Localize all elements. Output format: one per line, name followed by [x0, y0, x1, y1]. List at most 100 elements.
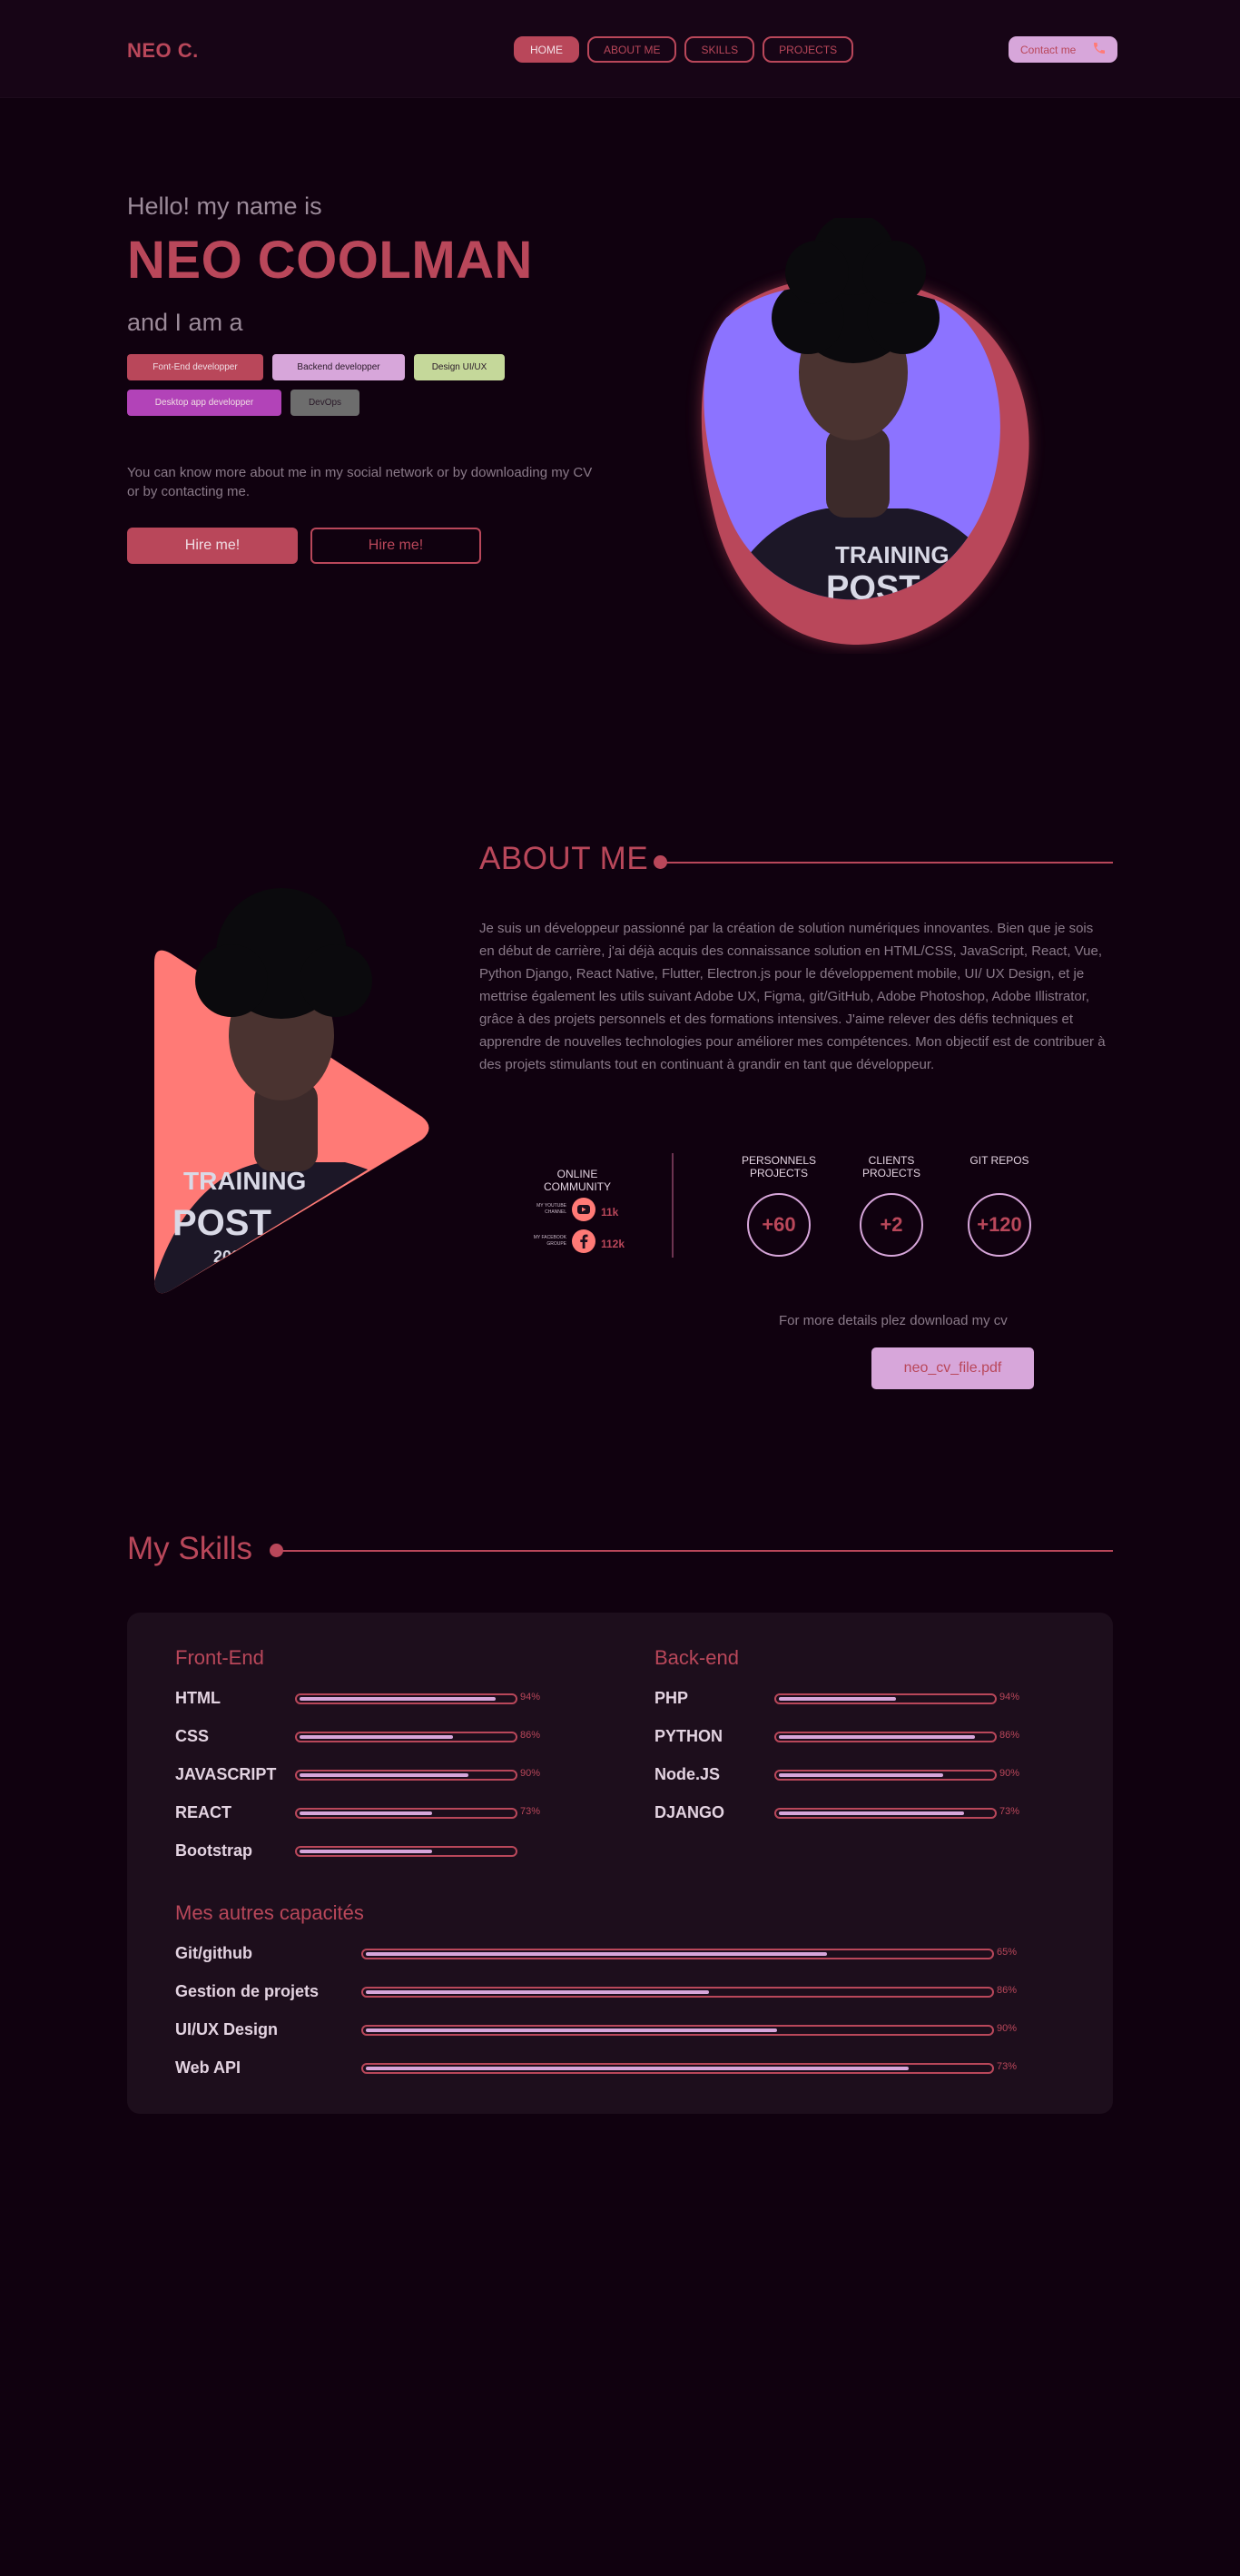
youtube-count: 11k	[601, 1201, 618, 1219]
skill-percent: 73%	[999, 1806, 1020, 1817]
nav-about[interactable]: ABOUT ME	[587, 36, 677, 63]
skill-row: Git/github 65%	[175, 1942, 1030, 1964]
skill-progress-bar	[295, 1808, 517, 1819]
skill-progress-fill	[366, 2028, 777, 2032]
skill-name: Git/github	[175, 1944, 252, 1962]
skill-row: REACT 73%	[175, 1801, 554, 1823]
skills-card: Front-End Back-end Mes autres capacités …	[127, 1613, 1113, 2114]
skill-percent: 90%	[999, 1768, 1020, 1779]
tag-backend: Backend developper	[272, 354, 405, 380]
about-title: ABOUT ME	[479, 841, 649, 876]
site-logo[interactable]: NEO C.	[127, 39, 199, 63]
contact-button[interactable]: Contact me	[1009, 36, 1117, 63]
skill-name: PHP	[654, 1689, 689, 1707]
skill-name: JAVASCRIPT	[175, 1765, 277, 1783]
hero-role-intro: and I am a	[127, 309, 243, 336]
others-title: Mes autres capacités	[175, 1901, 364, 1924]
skill-name: PYTHON	[654, 1727, 723, 1745]
hire-me-button[interactable]: Hire me!	[127, 528, 298, 564]
nav-home[interactable]: HOME	[514, 36, 579, 63]
skill-name: Gestion de projets	[175, 1982, 320, 2000]
hero-portrait: TRAINING POST	[701, 218, 1029, 645]
about-title-line	[663, 862, 1113, 864]
skill-progress-fill	[366, 2067, 909, 2070]
stat-personal-projects: +60	[747, 1193, 811, 1257]
skill-percent: 90%	[520, 1768, 541, 1779]
facebook-row[interactable]: MY FACEBOOK GROUPE 112k	[528, 1229, 625, 1253]
svg-text:POST: POST	[172, 1203, 271, 1243]
skill-progress-bar	[774, 1693, 997, 1704]
youtube-icon[interactable]	[572, 1198, 595, 1221]
skill-name: DJANGO	[654, 1803, 725, 1821]
skill-percent: 94%	[999, 1692, 1020, 1703]
tag-frontend: Font-End developper	[127, 354, 263, 380]
hero-description: You can know more about me in my social …	[127, 465, 593, 499]
nav-skills[interactable]: SKILLS	[684, 36, 755, 63]
skill-percent: 94%	[520, 1692, 541, 1703]
skill-name: Web API	[175, 2058, 241, 2077]
youtube-label: MY YOUTUBE CHANNEL	[536, 1203, 566, 1215]
tag-devops: DevOps	[290, 390, 359, 416]
skill-percent: 86%	[999, 1730, 1020, 1741]
skill-name: HTML	[175, 1689, 221, 1707]
stat-label-clients: CLIENTS PROJECTS	[861, 1154, 920, 1179]
skill-progress-fill	[779, 1735, 975, 1739]
contact-label: Contact me	[1020, 43, 1077, 56]
skill-progress-bar	[774, 1732, 997, 1742]
skill-row: JAVASCRIPT 90%	[175, 1763, 554, 1785]
skill-percent: 90%	[997, 2023, 1018, 2034]
skill-percent: 65%	[997, 1947, 1018, 1958]
facebook-count: 112k	[601, 1233, 625, 1250]
stat-client-projects: +2	[860, 1193, 923, 1257]
hero-name: NEO COOLMAN	[127, 231, 533, 290]
skill-progress-fill	[300, 1697, 496, 1701]
stat-git-repos: +120	[968, 1193, 1031, 1257]
skill-progress-fill	[779, 1811, 964, 1815]
about-portrait: TRAINING POST 2022	[154, 888, 429, 1294]
skill-row: HTML 94%	[175, 1687, 554, 1709]
hire-me-outline-button[interactable]: Hire me!	[310, 528, 481, 564]
skill-name: REACT	[175, 1803, 231, 1821]
skill-row: CSS 86%	[175, 1725, 554, 1747]
about-divider	[672, 1153, 674, 1258]
skill-progress-bar	[295, 1770, 517, 1781]
svg-text:2022: 2022	[213, 1248, 250, 1266]
skill-progress-fill	[300, 1773, 468, 1777]
nav-projects[interactable]: PROJECTS	[763, 36, 854, 63]
tag-desktop: Desktop app developper	[127, 390, 281, 416]
stat-label-git: GIT REPOS	[969, 1154, 1029, 1167]
facebook-icon[interactable]	[572, 1229, 595, 1253]
skill-progress-fill	[300, 1811, 432, 1815]
skill-progress-bar	[361, 1987, 994, 1998]
skill-progress-fill	[300, 1850, 432, 1853]
youtube-row[interactable]: MY YOUTUBE CHANNEL 11k	[528, 1198, 618, 1221]
skill-name: CSS	[175, 1727, 210, 1745]
tag-design: Design UI/UX	[414, 354, 505, 380]
role-tags: Font-End developper Backend developper D…	[127, 354, 527, 416]
hero-greeting: Hello! my name is	[127, 192, 322, 220]
skill-row: PYTHON 86%	[654, 1725, 1033, 1747]
skill-progress-fill	[366, 1952, 827, 1956]
skill-progress-fill	[366, 1990, 709, 1994]
skill-progress-bar	[295, 1693, 517, 1704]
skill-progress-bar	[774, 1770, 997, 1781]
skill-row: UI/UX Design 90%	[175, 2018, 1030, 2040]
skill-row: Web API 73%	[175, 2057, 1030, 2078]
skill-progress-bar	[361, 2063, 994, 2074]
skill-row: Node.JS 90%	[654, 1763, 1033, 1785]
skill-name: Node.JS	[654, 1765, 721, 1783]
youtube-count-value: 11k	[601, 1205, 619, 1219]
svg-text:TRAINING: TRAINING	[835, 541, 950, 568]
skill-progress-bar	[774, 1808, 997, 1819]
phone-icon	[1094, 43, 1105, 54]
download-cv-button[interactable]: neo_cv_file.pdf	[871, 1347, 1034, 1389]
skills-title-line	[278, 1550, 1113, 1552]
svg-text:TRAINING: TRAINING	[183, 1167, 306, 1195]
facebook-count-value: 112k	[601, 1237, 625, 1250]
skill-progress-fill	[779, 1773, 943, 1777]
skill-name: Bootstrap	[175, 1841, 252, 1860]
cv-label: For more details plez download my cv	[779, 1313, 1008, 1328]
stat-label-personal: PERSONNELS PROJECTS	[741, 1154, 817, 1179]
skill-percent: 86%	[997, 1985, 1018, 1996]
facebook-label: MY FACEBOOK GROUPE	[533, 1235, 566, 1247]
